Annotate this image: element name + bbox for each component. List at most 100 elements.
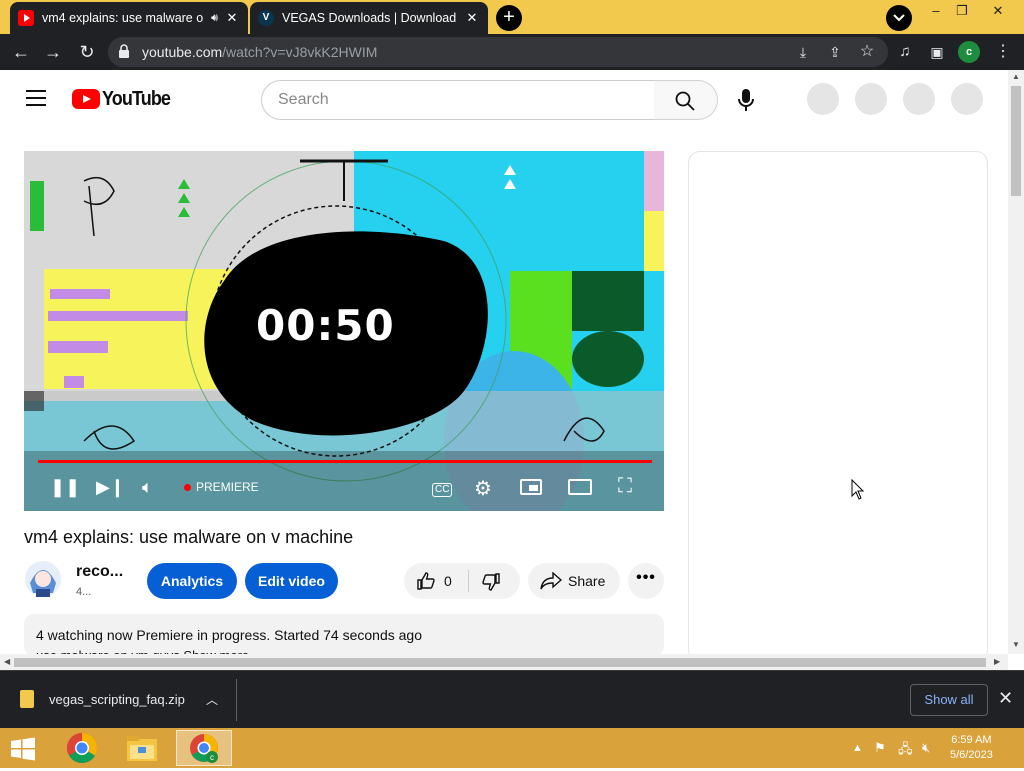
- video-title: vm4 explains: use malware on v machine: [24, 527, 354, 547]
- windows-taskbar: c ▲ ⚑ 🖧︎ 🔇︎ 6:59 AM 5/6/2023: [0, 728, 1024, 768]
- chrome-icon: [66, 733, 98, 764]
- captions-icon[interactable]: CC: [432, 483, 453, 497]
- subscriber-count: 4...: [76, 586, 92, 598]
- clock-date: 5/6/2023: [950, 749, 993, 761]
- like-count: 0: [444, 573, 452, 589]
- like-divider: [468, 570, 469, 592]
- windows-start-icon[interactable]: [10, 737, 36, 761]
- miniplayer-icon[interactable]: [520, 479, 542, 495]
- search-button[interactable]: [654, 80, 718, 120]
- channel-avatar[interactable]: [24, 559, 62, 599]
- chevron-up-icon[interactable]: ︿: [206, 691, 218, 708]
- clock-time: 6:59 AM: [951, 734, 992, 746]
- close-tab-icon[interactable]: ✕: [464, 10, 480, 26]
- youtube-wordmark: YouTube: [102, 87, 171, 110]
- close-shelf-icon[interactable]: ✕: [998, 688, 1013, 709]
- zip-file-icon: [20, 690, 34, 708]
- youtube-masthead: YouTube Search: [0, 70, 1008, 130]
- bookmark-star-icon[interactable]: ☆: [856, 41, 878, 63]
- mouse-cursor-icon: [851, 479, 865, 500]
- download-file-name[interactable]: vegas_scripting_faq.zip: [49, 692, 185, 707]
- address-bar[interactable]: youtube.com/watch?v=vJ8vkK2HWIM: [108, 37, 888, 67]
- tab-vegas-downloads[interactable]: V VEGAS Downloads | Download in ✕: [250, 2, 488, 34]
- reload-button[interactable]: ↻: [76, 41, 98, 63]
- file-explorer-taskbar-button[interactable]: [114, 730, 170, 766]
- tab-search-button[interactable]: [886, 5, 912, 31]
- url-path: /watch?v=vJ8vkK2HWIM: [222, 44, 378, 60]
- search-icon: [675, 91, 695, 111]
- premiere-countdown: 00:50: [256, 301, 395, 350]
- lock-icon[interactable]: [118, 44, 130, 58]
- profile-avatar[interactable]: c: [958, 41, 980, 63]
- fullscreen-icon[interactable]: ⛶: [618, 475, 632, 498]
- media-controls-icon[interactable]: ♫: [894, 41, 916, 63]
- volume-muted-icon[interactable]: 🔇︎: [922, 740, 930, 756]
- close-window-button[interactable]: ✕: [984, 2, 1012, 22]
- tab-title: VEGAS Downloads | Download in: [282, 11, 460, 25]
- install-app-icon[interactable]: ⤓: [792, 41, 814, 63]
- volume-icon[interactable]: 🔈︎: [142, 477, 153, 498]
- description-box[interactable]: 4 watching now Premiere in progress. Sta…: [24, 614, 664, 656]
- scroll-down-arrow-icon[interactable]: ▼: [1012, 640, 1020, 649]
- tab-strip: vm4 explains: use malware o 🔊︎ ✕ V VEGAS…: [0, 0, 1024, 34]
- url-domain: youtube.com: [142, 44, 223, 60]
- youtube-play-icon: [72, 89, 100, 109]
- pause-icon[interactable]: ❚❚: [50, 477, 80, 498]
- forward-button[interactable]: →: [42, 41, 64, 63]
- next-icon[interactable]: ▶︎❙: [96, 477, 125, 498]
- vegas-icon: V: [258, 10, 274, 26]
- scroll-up-arrow-icon[interactable]: ▲: [1012, 72, 1020, 81]
- chrome-menu-icon[interactable]: ⋮: [992, 41, 1014, 63]
- share-arrow-icon: [540, 572, 562, 590]
- shelf-divider: [236, 679, 237, 721]
- channel-name[interactable]: reco...: [76, 563, 123, 581]
- speaker-icon[interactable]: 🔊︎: [211, 12, 218, 25]
- premiere-badge: PREMIERE: [196, 480, 259, 494]
- horizontal-scroll-thumb[interactable]: [14, 658, 986, 667]
- vertical-scroll-thumb[interactable]: [1011, 86, 1021, 196]
- account-avatar-placeholder[interactable]: [951, 83, 983, 115]
- chevron-down-icon: [893, 14, 905, 22]
- chrome-taskbar-button[interactable]: [54, 730, 110, 766]
- menu-icon[interactable]: [26, 90, 46, 106]
- chrome-profile-taskbar-button[interactable]: c: [176, 730, 232, 766]
- minimize-button[interactable]: –: [922, 2, 950, 22]
- notifications-button-placeholder[interactable]: [903, 83, 935, 115]
- theater-mode-icon[interactable]: [568, 479, 592, 495]
- microphone-icon[interactable]: [736, 88, 756, 112]
- video-player[interactable]: 00:50 ❚❚ ▶︎❙ 🔈︎ PREMIERE CC ⚙︎ ⛶: [24, 151, 664, 511]
- new-tab-button[interactable]: +: [496, 5, 522, 31]
- show-all-button[interactable]: Show all: [910, 684, 988, 716]
- chat-side-panel: [688, 151, 988, 661]
- dislike-icon[interactable]: [481, 572, 501, 592]
- browser-toolbar: ← → ↻ youtube.com/watch?v=vJ8vkK2HWIM ⤓ …: [0, 34, 1024, 70]
- settings-gear-icon[interactable]: ⚙︎: [474, 476, 492, 501]
- description-stats: 4 watching now Premiere in progress. Sta…: [36, 627, 422, 643]
- side-panel-icon[interactable]: ▣: [926, 41, 948, 63]
- share-page-icon[interactable]: ⇪: [824, 41, 846, 63]
- svg-text:c: c: [210, 753, 214, 762]
- download-shelf: vegas_scripting_faq.zip ︿ Show all ✕: [0, 670, 1024, 728]
- network-icon[interactable]: 🖧︎: [898, 740, 913, 762]
- tab-youtube-video[interactable]: vm4 explains: use malware o 🔊︎ ✕: [10, 2, 248, 34]
- progress-bar[interactable]: [38, 460, 652, 463]
- more-actions-button[interactable]: •••: [628, 563, 664, 599]
- close-tab-icon[interactable]: ✕: [224, 10, 240, 26]
- restore-button[interactable]: ❐: [948, 2, 976, 22]
- tab-title: vm4 explains: use malware o: [42, 11, 204, 25]
- scroll-right-arrow-icon[interactable]: ▶: [994, 657, 1000, 666]
- back-button[interactable]: ←: [10, 41, 32, 63]
- create-button-placeholder[interactable]: [807, 83, 839, 115]
- share-label: Share: [568, 573, 606, 589]
- show-hidden-icons-icon[interactable]: ▲: [852, 742, 863, 754]
- search-input[interactable]: Search: [261, 80, 655, 120]
- action-center-flag-icon[interactable]: ⚑: [874, 740, 886, 756]
- youtube-logo[interactable]: YouTube: [72, 87, 178, 110]
- analytics-button[interactable]: Analytics: [147, 563, 237, 599]
- apps-button-placeholder[interactable]: [855, 83, 887, 115]
- edit-video-button[interactable]: Edit video: [245, 563, 338, 599]
- youtube-icon: [18, 10, 34, 26]
- scroll-left-arrow-icon[interactable]: ◀: [4, 657, 10, 666]
- like-icon[interactable]: [416, 571, 436, 591]
- system-clock[interactable]: 6:59 AM 5/6/2023: [950, 733, 993, 763]
